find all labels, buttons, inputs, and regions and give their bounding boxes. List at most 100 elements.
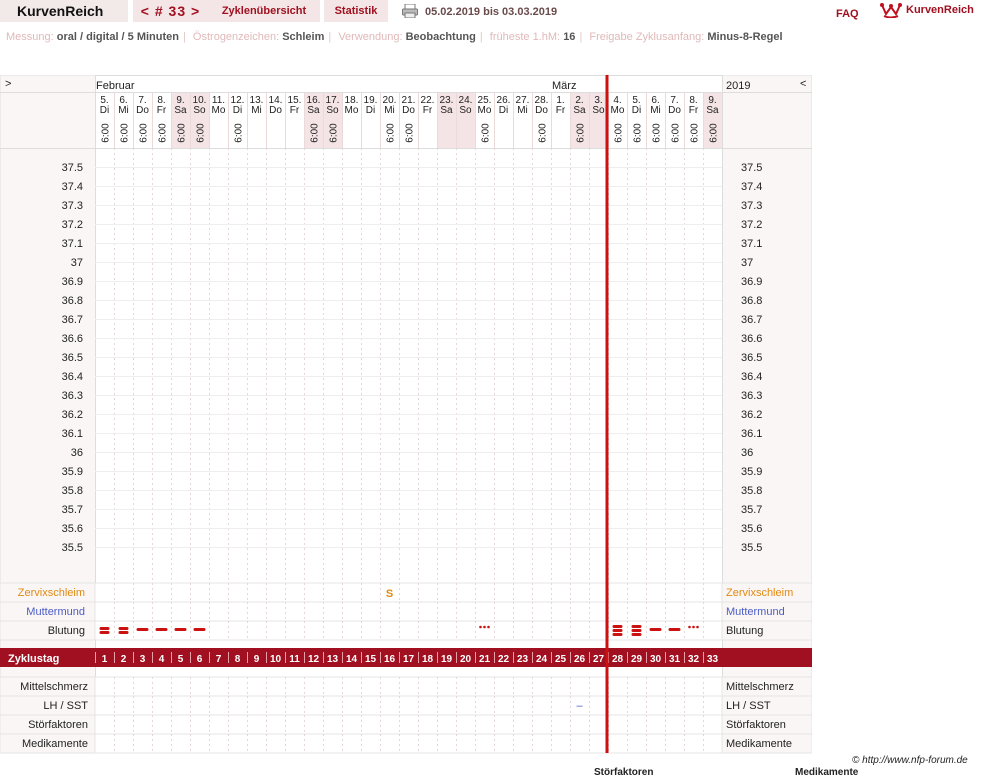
measure-time: 6:00 — [690, 123, 701, 143]
lh-test-label-left: LH / SST — [43, 700, 88, 712]
lh-test-row — [0, 695, 812, 716]
cycle-navigation[interactable]: < # 33 > — [133, 0, 208, 22]
measure-time: 6:00 — [101, 123, 112, 143]
temp-label-right: 36.4 — [741, 371, 762, 383]
temp-label-right: 36.1 — [741, 428, 762, 440]
app-title[interactable]: KurvenReich — [0, 0, 128, 22]
cycle-day-number: 7 — [216, 654, 222, 665]
copyright-credit: © http://www.nfp-forum.de — [852, 755, 968, 766]
measurement-label: Messung: — [6, 31, 54, 43]
kurvenreich-logo[interactable]: KurvenReich — [880, 2, 974, 18]
day-weekday: Sa — [440, 105, 453, 116]
temp-label-left: 36.6 — [62, 333, 83, 345]
cycle-day-number: 21 — [479, 654, 491, 665]
measure-time: 6:00 — [158, 123, 169, 143]
cycle-start-value: Minus-8-Regel — [707, 31, 783, 43]
cervix-os-row — [0, 601, 812, 622]
temp-label-right: 37.5 — [741, 162, 762, 174]
cycle-day-number: 9 — [254, 654, 260, 665]
estrogen-value: Schleim — [282, 31, 325, 43]
ovulation-pain-row — [0, 676, 812, 697]
measurement-value: oral / digital / 5 Minuten — [56, 31, 179, 43]
measure-time: 6:00 — [329, 123, 340, 143]
measure-time: 6:00 — [405, 123, 416, 143]
statistics-tab[interactable]: Statistik — [324, 0, 388, 22]
day-weekday: Fr — [689, 105, 699, 116]
cycles-overview-tab[interactable]: Zyklenübersicht — [208, 0, 320, 22]
month-label-february: Februar — [96, 80, 135, 92]
measure-time: 6:00 — [481, 123, 492, 143]
temp-label-left: 37 — [71, 257, 83, 269]
next-cycle-arrow[interactable]: < — [800, 78, 806, 90]
temp-label-right: 36.9 — [741, 276, 762, 288]
measure-time: 6:00 — [538, 123, 549, 143]
day-weekday: Di — [499, 105, 508, 116]
cycle-info-bar: Messung: oral / digital / 5 Minuten | Öst… — [6, 31, 783, 43]
day-weekday: Di — [100, 105, 109, 116]
bleeding-label-right: Blutung — [726, 625, 763, 637]
print-icon[interactable] — [402, 4, 418, 18]
day-weekday: Sa — [174, 105, 187, 116]
day-weekday: Fr — [157, 105, 167, 116]
bleeding-mark-very-heavy — [631, 625, 642, 636]
measure-time: 6:00 — [614, 123, 625, 143]
day-weekday: Mi — [118, 105, 129, 116]
cycle-start-label: Freigabe Zyklusanfang: — [589, 31, 705, 43]
day-weekday: So — [459, 105, 472, 116]
measure-time: 6:00 — [120, 123, 131, 143]
day-weekday: Do — [402, 105, 415, 116]
top-bar: KurvenReich < # 33 > Zyklenübersicht Sta… — [0, 0, 981, 24]
measure-time: 6:00 — [671, 123, 682, 143]
measure-time: 6:00 — [177, 123, 188, 143]
temp-label-right: 35.7 — [741, 504, 762, 516]
day-weekday: Sa — [706, 105, 719, 116]
day-weekday: Mi — [650, 105, 661, 116]
bleeding-mark-medium — [136, 628, 149, 631]
temp-label-right: 36.5 — [741, 352, 762, 364]
temp-label-right: 37.1 — [741, 238, 762, 250]
separator: | — [579, 31, 583, 43]
separator: | — [328, 31, 332, 43]
medication-label-left: Medikamente — [22, 738, 88, 750]
temp-label-right: 36.2 — [741, 409, 762, 421]
cycle-day-number: 6 — [197, 654, 203, 665]
temp-label-right: 35.9 — [741, 466, 762, 478]
temp-label-left: 36.8 — [62, 295, 83, 307]
temp-label-left: 36 — [71, 447, 83, 459]
bleeding-label-left: Blutung — [48, 625, 85, 637]
previous-cycle-arrow[interactable]: > — [5, 78, 11, 90]
faq-link[interactable]: FAQ — [836, 8, 859, 20]
month-label-march: März — [552, 80, 576, 92]
day-weekday: Di — [632, 105, 641, 116]
temp-label-left: 35.7 — [62, 504, 83, 516]
cycle-day-number: 8 — [235, 654, 241, 665]
temp-label-left: 36.5 — [62, 352, 83, 364]
temp-label-right: 37.4 — [741, 181, 762, 193]
temp-label-left: 35.9 — [62, 466, 83, 478]
temp-label-left: 37.4 — [62, 181, 83, 193]
medication-row — [0, 733, 812, 754]
bleeding-row — [0, 620, 812, 641]
bleeding-mark-medium — [668, 628, 681, 631]
cycle-day-number: 24 — [536, 654, 548, 665]
cycle-day-number: 2 — [121, 654, 127, 665]
logo-text: KurvenReich — [906, 4, 974, 16]
cervix-os-label-left: Muttermund — [26, 606, 85, 618]
usage-value: Beobachtung — [405, 31, 476, 43]
temp-label-left: 36.7 — [62, 314, 83, 326]
usage-label: Verwendung: — [338, 31, 403, 43]
bleeding-mark-medium — [155, 628, 168, 631]
cycle-day-number: 15 — [365, 654, 377, 665]
bleeding-mark-medium — [193, 628, 206, 631]
date-range: 05.02.2019 bis 03.03.2019 — [425, 6, 558, 18]
cycle-day-number: 3 — [140, 654, 146, 665]
cycle-day-number: 31 — [669, 654, 681, 665]
temp-label-left: 36.3 — [62, 390, 83, 402]
day-weekday: Mo — [212, 105, 226, 116]
medication-label-right: Medikamente — [726, 738, 792, 750]
cervical-mucus-label-right: Zervixschleim — [726, 587, 793, 599]
separator: | — [479, 31, 483, 43]
crown-icon — [880, 3, 902, 18]
year-label: 2019 — [726, 80, 750, 92]
day-weekday: Di — [233, 105, 242, 116]
